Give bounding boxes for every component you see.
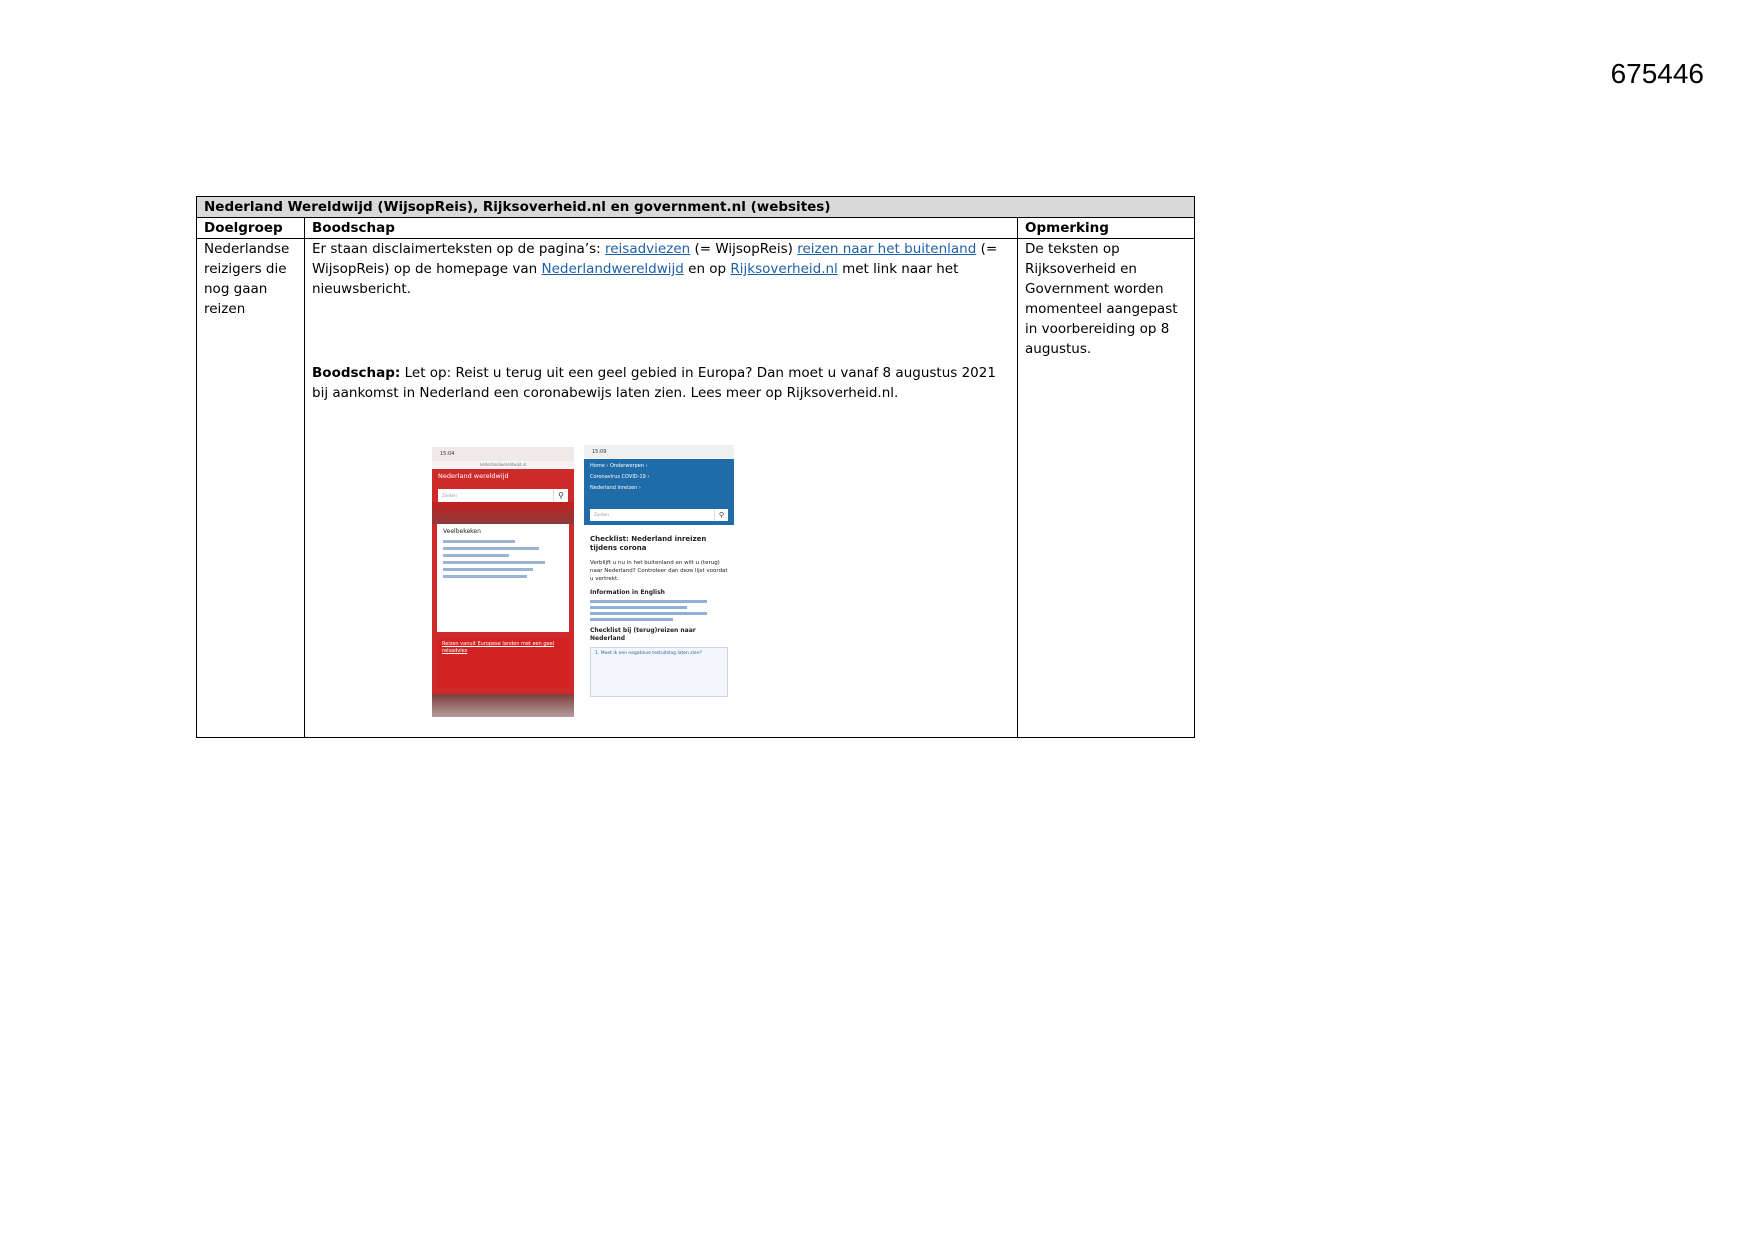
search-placeholder: Zoeken — [594, 512, 609, 517]
boodschap-paragraph-1: Er staan disclaimerteksten op de pagina’… — [312, 239, 1010, 299]
search-icon: ⚲ — [714, 509, 728, 521]
checklist-subheading: Checklist bij (terug)reizen naar Nederla… — [590, 627, 696, 642]
boodschap-text: Let op: Reist u terug uit een geel gebie… — [312, 365, 996, 401]
text-segment: en op — [683, 261, 731, 277]
hero-image — [432, 502, 574, 524]
phone-screenshot-nederlandwereldwijd: 15:04 nederlandwereldwijd.nl Nederland w… — [432, 447, 574, 717]
phone-url-bar: nederlandwereldwijd.nl — [432, 461, 574, 469]
search-placeholder: Zoeken — [442, 493, 457, 498]
breadcrumb-line: Nederland inreizen › — [590, 485, 641, 491]
banner-title: Reizen vanuit Europese landen met een ge… — [442, 641, 555, 654]
header-doelgroep: Doelgroep — [196, 217, 305, 239]
popular-list-placeholder — [443, 540, 563, 578]
cell-doelgroep: Nederlandse reizigers die nog gaan reize… — [196, 238, 305, 738]
faq-accordion: 1. Moet ik een negatieve testuitslag lat… — [590, 647, 728, 697]
breadcrumb-header: Home › Onderwerpen › Coronavirus COVID-1… — [584, 459, 734, 525]
phone-status-bar: 15:04 — [432, 447, 574, 461]
cell-boodschap: Er staan disclaimerteksten op de pagina’… — [304, 238, 1018, 738]
breadcrumb-line: Coronavirus COVID-19 › — [590, 474, 650, 480]
link-nederlandwereldwijd[interactable]: Nederlandwereldwijd — [542, 261, 684, 277]
checklist-content: Checklist: Nederland inreizen tijdens co… — [584, 525, 734, 697]
background-image — [432, 694, 574, 717]
text-segment: (= WijsopReis) — [690, 241, 798, 257]
popular-card: Veelbekeken — [437, 524, 569, 632]
boodschap-label: Boodschap: — [312, 365, 401, 381]
site-search-field: Zoeken ⚲ — [590, 509, 728, 521]
english-info-heading: Information in English — [590, 589, 665, 596]
cell-opmerking: De teksten op Rijksoverheid en Governmen… — [1016, 238, 1196, 738]
site-search-field: Zoeken ⚲ — [438, 489, 568, 502]
document-id: 675446 — [1610, 58, 1704, 89]
faq-question: 1. Moet ik een negatieve testuitslag lat… — [595, 651, 702, 656]
header-opmerking: Opmerking — [1016, 217, 1196, 239]
text-segment: Er staan disclaimerteksten op de pagina’… — [312, 241, 605, 257]
header-boodschap: Boodschap — [304, 217, 1018, 239]
search-icon: ⚲ — [553, 489, 568, 502]
communication-table: Nederland Wereldwijd (WijsopReis), Rijks… — [195, 196, 1196, 738]
link-reisadviezen[interactable]: reisadviezen — [605, 241, 690, 257]
phone-screenshot-rijksoverheid: 15:09 Home › Onderwerpen › Coronavirus C… — [584, 445, 734, 717]
checklist-intro: Verblijft u nu in het buitenland en wilt… — [590, 560, 728, 582]
site-title: Nederland wereldwijd — [438, 472, 509, 480]
link-reizen-naar-het-buitenland[interactable]: reizen naar het buitenland — [797, 241, 976, 257]
checklist-heading: Checklist: Nederland inreizen tijdens co… — [590, 535, 707, 552]
english-links-placeholder — [590, 600, 728, 621]
boodschap-paragraph-2: Boodschap: Let op: Reist u terug uit een… — [312, 363, 1010, 403]
yellow-advice-banner: Reizen vanuit Europese landen met een ge… — [437, 638, 569, 688]
popular-card-heading: Veelbekeken — [443, 528, 481, 535]
breadcrumb-line: Home › Onderwerpen › — [590, 463, 648, 469]
link-rijksoverheid[interactable]: Rijksoverheid.nl — [730, 261, 837, 277]
screenshot-group: 15:04 nederlandwereldwijd.nl Nederland w… — [312, 445, 1010, 737]
table-caption: Nederland Wereldwijd (WijsopReis), Rijks… — [195, 196, 1196, 218]
phone-status-bar: 15:09 — [584, 445, 734, 459]
